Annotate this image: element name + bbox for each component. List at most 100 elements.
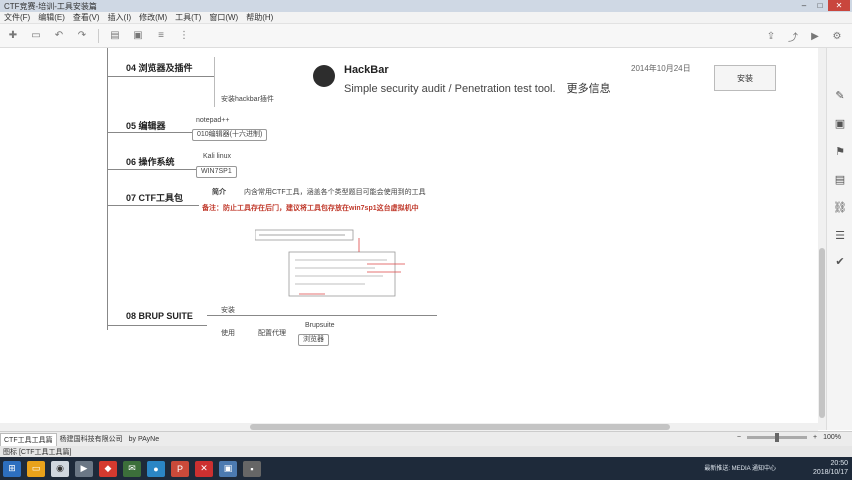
- node-underline: [107, 169, 197, 170]
- image-icon[interactable]: ▣: [131, 29, 145, 43]
- node-underline: [107, 205, 199, 206]
- play-icon[interactable]: ▶: [808, 29, 822, 43]
- sub-intro-text[interactable]: 内含常用CTF工具，涵盖各个类型题目可能会使用到的工具: [244, 187, 426, 197]
- install-button[interactable]: 安装: [714, 65, 776, 91]
- menu-modify[interactable]: 修改(M): [135, 12, 171, 23]
- tray-info: 最新推送: MEDIA 通知中心: [704, 466, 776, 472]
- link-icon[interactable]: ⛓: [833, 200, 847, 214]
- hackbar-name: HackBar: [344, 64, 389, 76]
- sub-proxy-config[interactable]: 配置代理: [258, 328, 286, 338]
- minimize-icon[interactable]: –: [796, 0, 812, 11]
- hackbar-description-line: Simple security audit / Penetration test…: [344, 80, 611, 96]
- undo-icon[interactable]: ↶: [52, 29, 66, 43]
- note-icon[interactable]: ▤: [833, 172, 847, 186]
- app-icon[interactable]: ◆: [99, 460, 117, 477]
- toolbar-right: ⇪ ⤴ ▶ ⚙: [756, 29, 844, 44]
- ppt-icon[interactable]: P: [171, 460, 189, 477]
- node-06-os[interactable]: 06 操作系统: [126, 155, 175, 168]
- title-bar: CTF竞赛-培训-工具安装篇 – □ ✕: [0, 0, 852, 12]
- window-title: CTF竞赛-培训-工具安装篇: [4, 1, 97, 11]
- settings-icon[interactable]: ⚙: [830, 29, 844, 43]
- node-05-editor[interactable]: 05 编辑器: [126, 119, 166, 132]
- node-08-burp-suite[interactable]: 08 BRUP SUITE: [126, 311, 193, 321]
- menu-insert[interactable]: 插入(I): [104, 12, 136, 23]
- maximize-icon[interactable]: □: [812, 0, 828, 11]
- folder-icon[interactable]: ▤: [108, 29, 122, 43]
- sub-intro-label[interactable]: 简介: [212, 187, 226, 197]
- vertical-scrollbar[interactable]: [818, 48, 826, 430]
- menu-edit[interactable]: 编辑(E): [34, 12, 69, 23]
- node-underline: [107, 76, 215, 77]
- zoom-slider[interactable]: [747, 433, 807, 442]
- zoom-in-icon[interactable]: +: [810, 434, 820, 441]
- chat-icon[interactable]: ✉: [123, 460, 141, 477]
- company-label: 杨建国科技有限公司: [59, 436, 123, 443]
- menu-help[interactable]: 帮助(H): [242, 12, 277, 23]
- branch-line: [207, 315, 437, 316]
- sub-burpsuite[interactable]: Brupsuite: [305, 322, 335, 329]
- node-04-browser[interactable]: 04 浏览器及插件: [126, 61, 193, 74]
- brush-icon[interactable]: ✎: [833, 88, 847, 102]
- close-icon[interactable]: ✕: [828, 0, 850, 11]
- explorer-icon[interactable]: ▭: [27, 460, 45, 477]
- wechat-icon[interactable]: ●: [147, 460, 165, 477]
- export-icon[interactable]: ⇪: [764, 29, 778, 43]
- hackbar-card: HackBar Simple security audit / Penetrat…: [214, 57, 818, 107]
- sub-win7sp1[interactable]: WIN7SP1: [196, 166, 237, 178]
- author-label: by PAyNe: [128, 435, 160, 443]
- more-icon[interactable]: ⋮: [177, 29, 191, 43]
- sub-browser[interactable]: 浏览器: [298, 334, 329, 346]
- menu-bar: 文件(F) 编辑(E) 查看(V) 插入(I) 修改(M) 工具(T) 窗口(W…: [0, 12, 852, 24]
- task-icon[interactable]: ✔: [833, 254, 847, 268]
- hackbar-caption[interactable]: 安装hackbar插件: [221, 94, 274, 104]
- node-underline: [107, 132, 192, 133]
- clock-date: 2018/10/17: [812, 469, 848, 476]
- hackbar-logo: [313, 65, 335, 87]
- sub-install[interactable]: 安装: [221, 305, 235, 315]
- menu-tools[interactable]: 工具(T): [171, 12, 205, 23]
- sheet-tab[interactable]: CTF工具工具篇: [0, 432, 57, 446]
- sub-kali[interactable]: Kali linux: [203, 153, 231, 160]
- clock[interactable]: 20:50 2018/10/17: [813, 459, 848, 477]
- sub-010-editor[interactable]: 010编辑器(十六进制): [192, 129, 268, 141]
- sheet-tab-bar: CTF工具工具篇 杨建国科技有限公司 by PAyNe − + 100%: [0, 431, 852, 446]
- zoom-out-icon[interactable]: −: [734, 434, 744, 441]
- horizontal-scrollbar[interactable]: [0, 423, 818, 431]
- xmind-icon[interactable]: ✕: [195, 460, 213, 477]
- sub-usage[interactable]: 使用: [221, 328, 235, 338]
- window-controls: – □ ✕: [796, 0, 850, 11]
- node-underline: [107, 325, 207, 326]
- vm-icon[interactable]: ▣: [219, 460, 237, 477]
- flag-icon[interactable]: ⚑: [833, 144, 847, 158]
- share-icon[interactable]: ⤴: [786, 29, 800, 44]
- more-info-link[interactable]: 更多信息: [567, 83, 611, 95]
- comment-icon[interactable]: ☰: [833, 228, 847, 242]
- warning-note[interactable]: 备注：防止工具存在后门，建议将工具包存放在win7sp1这台虚拟机中: [200, 203, 421, 213]
- menu-window[interactable]: 窗口(W): [205, 12, 242, 23]
- scroll-thumb[interactable]: [819, 248, 825, 418]
- media-icon[interactable]: ▶: [75, 460, 93, 477]
- toolbar: ✚ ▭ ↶ ↷ ▤ ▣ ≡ ⋮ ⇪ ⤴ ▶ ⚙: [0, 24, 852, 48]
- toolbar-divider: [98, 28, 99, 43]
- sub-notepad[interactable]: notepad++: [196, 117, 229, 124]
- browser-icon[interactable]: ◉: [51, 460, 69, 477]
- zoom-knob[interactable]: [775, 433, 779, 442]
- zoom-control: − + 100%: [734, 433, 844, 442]
- embedded-screenshot-image[interactable]: [255, 222, 415, 302]
- misc-icon[interactable]: ▪: [243, 460, 261, 477]
- status-text: 图标 [CTF工具工具篇]: [3, 448, 72, 456]
- taskbar: ⊞ ▭ ◉ ▶ ◆ ✉ ● P ✕ ▣ ▪ 最新推送: MEDIA 通知中心 2…: [0, 457, 852, 480]
- right-side-panel: ✎ ▣ ⚑ ▤ ⛓ ☰ ✔: [826, 48, 852, 430]
- align-icon[interactable]: ≡: [154, 29, 168, 43]
- node-07-ctf-toolkit[interactable]: 07 CTF工具包: [126, 191, 183, 204]
- mindmap-trunk-line: [107, 250, 108, 326]
- document-icon[interactable]: ▭: [29, 29, 43, 43]
- redo-icon[interactable]: ↷: [75, 29, 89, 43]
- start-icon[interactable]: ⊞: [3, 460, 21, 477]
- plus-icon[interactable]: ✚: [6, 29, 20, 43]
- scroll-thumb[interactable]: [250, 424, 670, 430]
- menu-view[interactable]: 查看(V): [69, 12, 104, 23]
- menu-file[interactable]: 文件(F): [0, 12, 34, 23]
- image-panel-icon[interactable]: ▣: [833, 116, 847, 130]
- hackbar-date: 2014年10月24日: [631, 64, 691, 73]
